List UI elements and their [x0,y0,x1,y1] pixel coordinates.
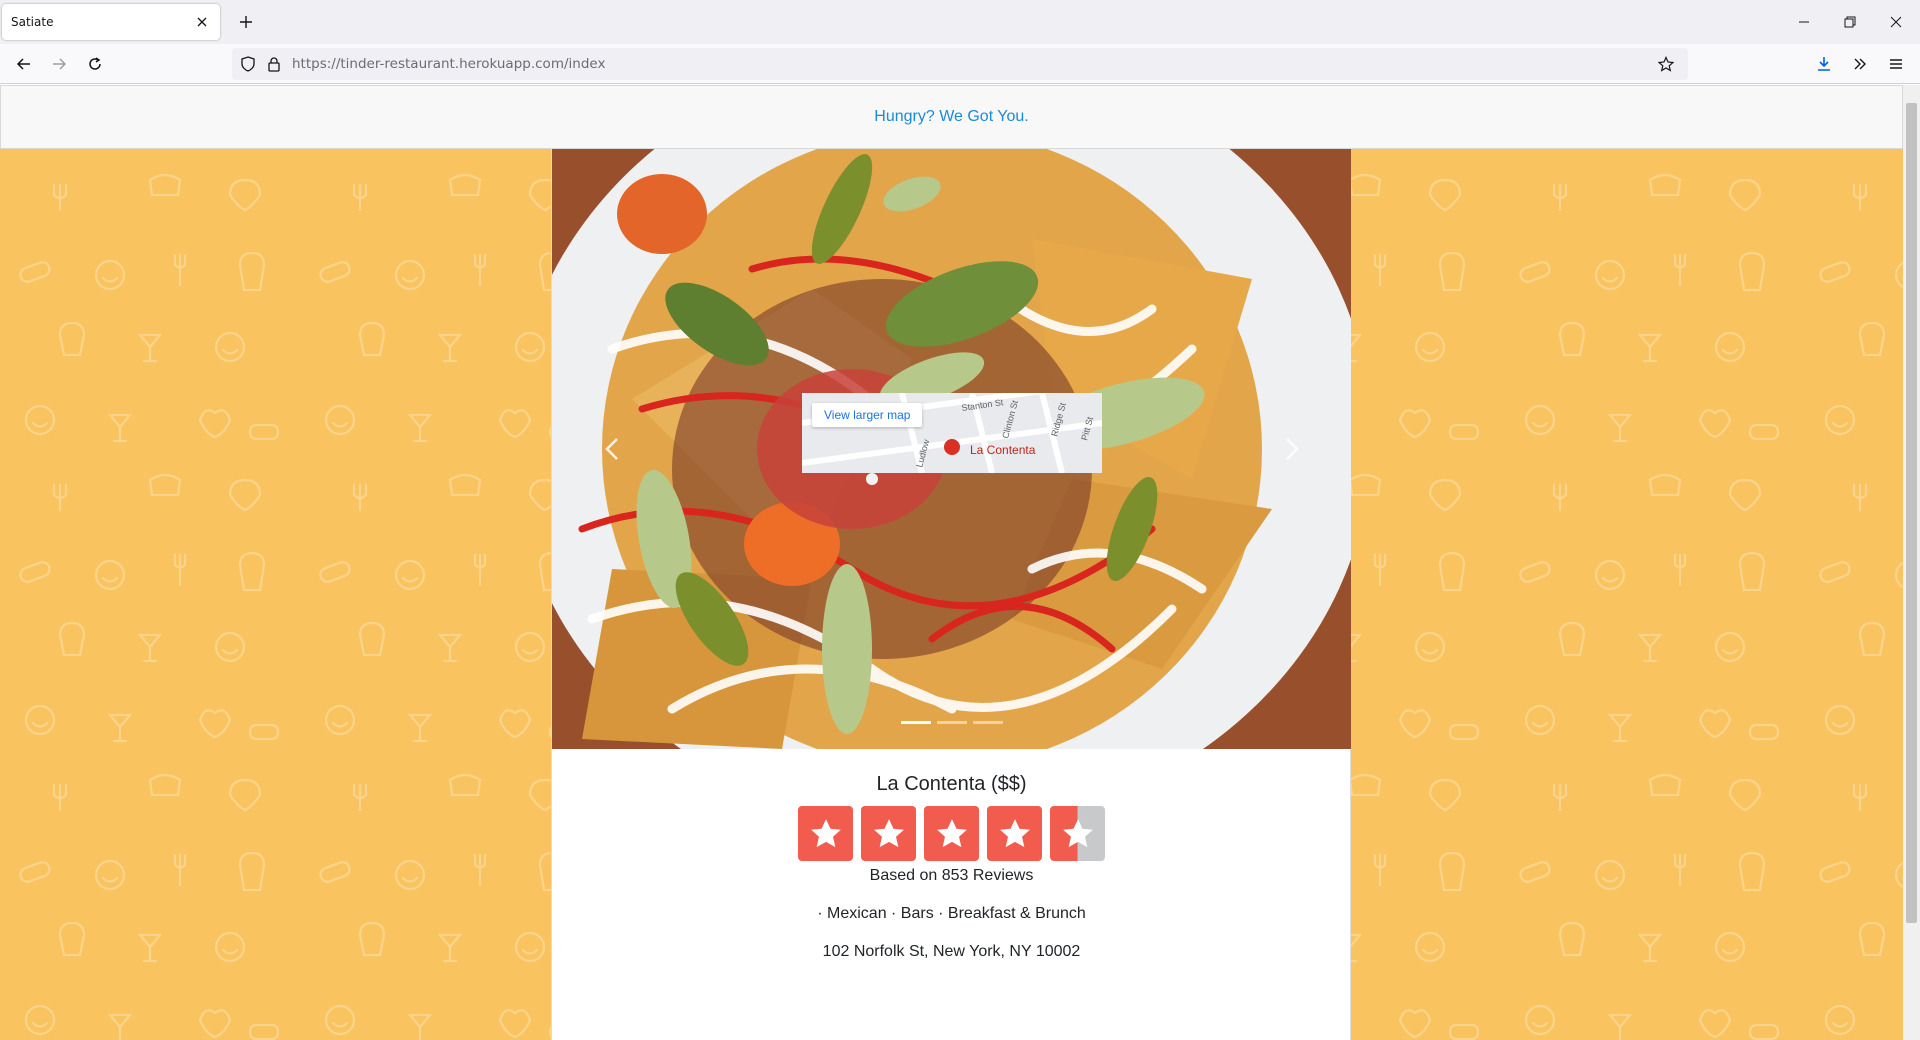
bookmark-star-icon[interactable] [1657,56,1675,76]
rating-star [798,806,853,861]
star-icon [873,818,904,847]
rating-star [987,806,1042,861]
back-arrow-icon[interactable] [8,48,40,80]
browser-tab-strip: Satiate [0,0,1920,44]
star-icon [1062,818,1093,847]
review-count: Based on 853 Reviews [869,867,1034,884]
restaurant-card: La Contenta ($$) Based on 853 Reviews · … [551,149,1351,1040]
plus-icon[interactable] [232,8,260,36]
tab-title: Satiate [11,15,54,29]
star-rating [552,806,1351,861]
restaurant-info: La Contenta ($$) Based on 853 Reviews · … [552,749,1351,961]
carousel-indicators [552,721,1351,724]
site-header: Hungry? We Got You. [0,85,1903,149]
chevron-left-icon[interactable] [592,419,632,479]
reload-icon[interactable] [79,48,111,80]
restaurant-categories: · Mexican · Bars · Breakfast & Brunch [817,905,1086,922]
chevron-right-icon[interactable] [1272,419,1312,479]
window-close-icon[interactable] [1874,6,1918,38]
url-text: https://tinder-restaurant.herokuapp.com/… [292,48,605,80]
view-larger-map-link[interactable]: View larger map [812,403,923,427]
menu-icon[interactable] [1880,48,1912,80]
star-icon [999,818,1030,847]
minimize-icon[interactable] [1782,6,1826,38]
rating-star [861,806,916,861]
carousel-indicator[interactable] [900,721,931,724]
rating-star [924,806,979,861]
carousel-indicator[interactable] [972,721,1003,724]
overflow-chevrons-icon[interactable] [1844,48,1876,80]
map-place-label: La Contenta [970,443,1036,457]
site-tagline-link[interactable]: Hungry? We Got You. [874,108,1028,126]
lock-icon[interactable] [266,56,282,76]
page-viewport: Hungry? We Got You. La Contenta ($$) Bas… [0,85,1903,1040]
rating-star [1050,806,1105,861]
url-path: /index [563,56,606,72]
star-icon [936,818,967,847]
forward-arrow-icon[interactable] [43,48,75,80]
close-icon[interactable] [190,10,214,34]
page-scrollbar[interactable] [1903,85,1920,1040]
star-icon [810,818,841,847]
browser-toolbar: https://tinder-restaurant.herokuapp.com/… [0,44,1920,84]
embedded-map[interactable]: Stanton St Clinton St Ridge St Pitt St L… [802,393,1102,473]
shield-icon[interactable] [240,56,256,76]
url-host: https://tinder-restaurant.herokuapp.com [292,56,564,72]
restaurant-address: 102 Norfolk St, New York, NY 10002 [822,943,1081,960]
restore-icon[interactable] [1828,6,1872,38]
download-icon[interactable] [1808,48,1840,80]
browser-tab[interactable]: Satiate [2,4,220,40]
address-bar[interactable]: https://tinder-restaurant.herokuapp.com/… [232,48,1688,80]
scrollbar-thumb[interactable] [1906,103,1917,923]
carousel-indicator[interactable] [936,721,967,724]
restaurant-name: La Contenta ($$) [876,773,1027,795]
